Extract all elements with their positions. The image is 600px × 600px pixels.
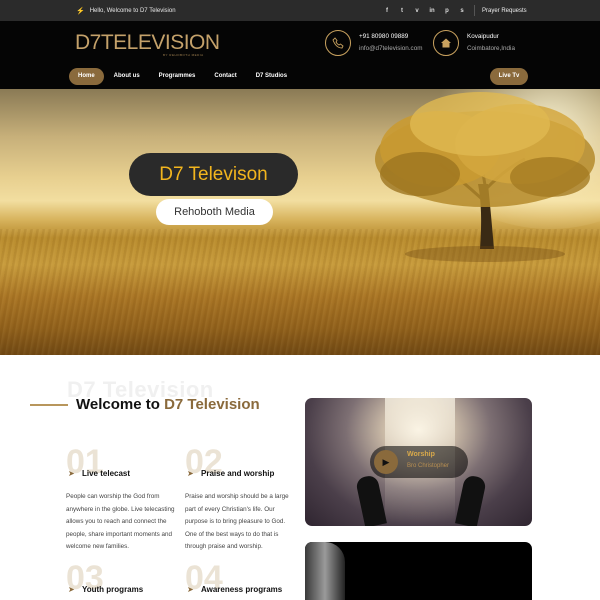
lightning-icon: ⚡ [76,7,85,15]
welcome-message: ⚡ Hello, Welcome to D7 Television [76,0,176,21]
arrow-icon: ➤ [68,469,75,478]
home-icon [433,30,459,56]
arrow-icon: ➤ [187,585,194,594]
raised-hand-right [455,474,487,526]
top-bar: ⚡ Hello, Welcome to D7 Television f t v … [0,0,600,21]
hero-banner: D7 Televison Rehoboth Media [0,89,600,355]
twitter-icon[interactable]: t [399,8,405,14]
hero-subtitle: Rehoboth Media [156,199,273,225]
linkedin-icon[interactable]: in [429,8,435,14]
social-links: f t v in p s [384,0,465,21]
pinterest-icon[interactable]: p [444,8,450,14]
welcome-heading-prefix: Welcome to [76,396,160,413]
email-address[interactable]: info@d7television.com [359,43,422,55]
welcome-text: Hello, Welcome to D7 Television [89,7,176,14]
phone-number[interactable]: +91 80980 09889 [359,31,422,43]
second-video-card[interactable] [305,542,532,600]
hero-title: D7 Televison [129,153,298,196]
heading-rule [30,404,68,406]
location-line-1: Kovaipudur [467,33,499,40]
contact-phone-email: +91 80980 09889 info@d7television.com [325,30,422,56]
site-header: D7TELEVISION BY REHOBOTH MEDIA +91 80980… [0,21,600,89]
topbar-divider [474,5,475,16]
video-thumbnail-figure [305,542,345,600]
location-line-2: Coimbatore,India [467,45,515,52]
logo-wordmark: D7TELEVISION [75,31,220,54]
live-tv-button[interactable]: Live Tv [490,68,528,85]
phone-icon [325,30,351,56]
contact-location: Kovaipudur Coimbatore,India [433,30,515,56]
site-logo[interactable]: D7TELEVISION BY REHOBOTH MEDIA [75,31,220,58]
video-author: Bro Christopher [407,463,450,469]
nav-item-contact[interactable]: Contact [205,68,245,85]
feature-title: Awareness programs [201,585,283,594]
video-player-overlay[interactable]: ▶ Worship Bro Christopher [370,446,468,478]
nav-item-about-us[interactable]: About us [105,68,149,85]
nav-item-d7-studios[interactable]: D7 Studios [247,68,296,85]
nav-item-programmes[interactable]: Programmes [150,68,205,85]
main-nav: Home About us Programmes Contact D7 Stud… [69,68,297,85]
nav-item-home[interactable]: Home [69,68,104,85]
hero-tree-image [375,92,595,262]
skype-icon[interactable]: s [459,8,465,14]
welcome-heading: Welcome to D7 Television [76,396,260,413]
raised-hand-left [355,474,387,526]
feature-body: Praise and worship should be a large par… [185,493,289,550]
arrow-icon: ➤ [187,469,194,478]
arrow-icon: ➤ [68,585,75,594]
feature-title: Live telecast [82,469,131,478]
prayer-requests-link[interactable]: Prayer Requests [482,0,527,21]
vimeo-icon[interactable]: v [414,8,420,14]
logo-subtext: BY REHOBOTH MEDIA [163,53,204,57]
feature-title: Praise and worship [201,469,275,478]
facebook-icon[interactable]: f [384,8,390,14]
feature-body: People can worship the God from anywhere… [66,493,175,550]
feature-title: Youth programs [82,585,144,594]
welcome-heading-brand: D7 Television [164,396,260,413]
video-title: Worship [407,451,435,458]
play-icon[interactable]: ▶ [374,450,398,474]
